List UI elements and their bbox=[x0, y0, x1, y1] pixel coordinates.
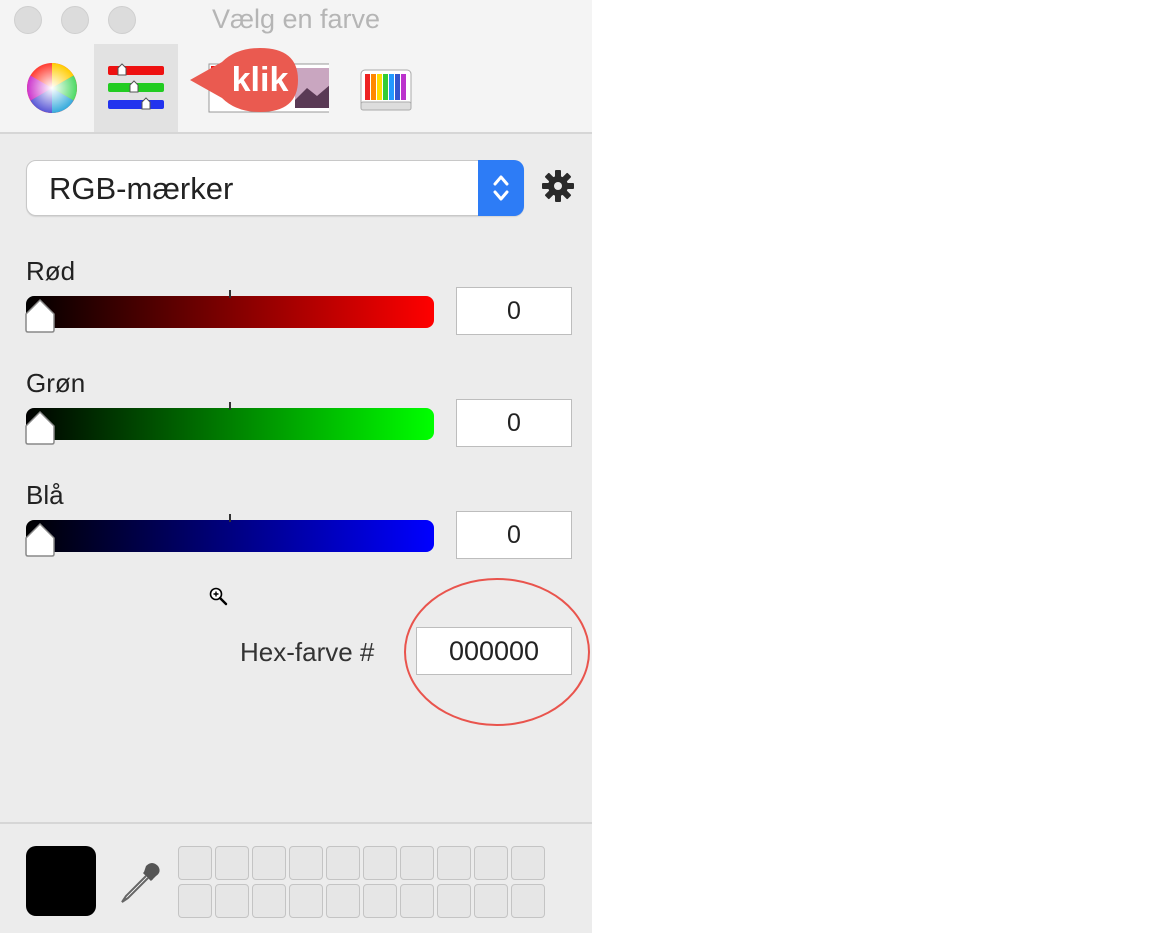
empty-swatch[interactable] bbox=[474, 884, 508, 918]
color-picker-window: Vælg en farve klik RGB-mærker Rød 0 Grøn… bbox=[0, 0, 592, 933]
tab-pencils[interactable] bbox=[344, 44, 428, 132]
color-wheel-icon bbox=[27, 63, 77, 113]
green-tick bbox=[229, 402, 231, 410]
gear-icon[interactable] bbox=[540, 168, 576, 204]
empty-swatch[interactable] bbox=[511, 884, 545, 918]
empty-swatch[interactable] bbox=[400, 846, 434, 880]
empty-swatch[interactable] bbox=[289, 884, 323, 918]
green-value-field[interactable]: 0 bbox=[456, 399, 572, 447]
chevron-updown-icon bbox=[478, 160, 524, 216]
empty-swatch[interactable] bbox=[215, 884, 249, 918]
empty-swatch[interactable] bbox=[252, 884, 286, 918]
highlight-circle bbox=[404, 578, 590, 726]
blue-value-field[interactable]: 0 bbox=[456, 511, 572, 559]
empty-swatch[interactable] bbox=[363, 846, 397, 880]
red-slider-thumb[interactable] bbox=[24, 298, 56, 334]
empty-swatch[interactable] bbox=[215, 846, 249, 880]
empty-swatch[interactable] bbox=[326, 884, 360, 918]
klik-callout: klik bbox=[190, 48, 298, 112]
green-slider-thumb[interactable] bbox=[24, 410, 56, 446]
empty-swatch[interactable] bbox=[326, 846, 360, 880]
green-slider[interactable] bbox=[26, 408, 434, 440]
eyedropper-icon[interactable] bbox=[116, 860, 162, 906]
tab-color-sliders[interactable] bbox=[94, 44, 178, 132]
empty-swatch[interactable] bbox=[178, 846, 212, 880]
red-slider[interactable] bbox=[26, 296, 434, 328]
empty-swatch[interactable] bbox=[437, 884, 471, 918]
green-label: Grøn bbox=[26, 368, 86, 398]
empty-swatch[interactable] bbox=[289, 846, 323, 880]
divider bbox=[0, 822, 592, 824]
sliders-icon bbox=[108, 63, 164, 110]
blue-tick bbox=[229, 514, 231, 522]
current-color-swatch[interactable] bbox=[26, 846, 96, 916]
color-swatch-grid bbox=[178, 846, 545, 918]
red-label: Rød bbox=[26, 256, 76, 286]
color-mode-select[interactable]: RGB-mærker bbox=[26, 160, 524, 216]
empty-swatch[interactable] bbox=[474, 846, 508, 880]
empty-swatch[interactable] bbox=[400, 884, 434, 918]
color-mode-value: RGB-mærker bbox=[49, 171, 234, 206]
empty-swatch[interactable] bbox=[252, 846, 286, 880]
empty-swatch[interactable] bbox=[437, 846, 471, 880]
zoom-cursor-icon bbox=[209, 587, 228, 606]
blue-slider-thumb[interactable] bbox=[24, 522, 56, 558]
empty-swatch[interactable] bbox=[511, 846, 545, 880]
blue-label: Blå bbox=[26, 480, 64, 510]
empty-swatch[interactable] bbox=[363, 884, 397, 918]
title-bar: Vælg en farve bbox=[0, 0, 592, 44]
red-tick bbox=[229, 290, 231, 298]
callout-text: klik bbox=[232, 61, 289, 99]
pencils-icon bbox=[360, 69, 412, 111]
window-title: Vælg en farve bbox=[211, 4, 381, 34]
red-value-field[interactable]: 0 bbox=[456, 287, 572, 335]
hex-label: Hex-farve # bbox=[240, 637, 375, 667]
tab-color-wheel[interactable] bbox=[10, 44, 94, 132]
empty-swatch[interactable] bbox=[178, 884, 212, 918]
blue-slider[interactable] bbox=[26, 520, 434, 552]
